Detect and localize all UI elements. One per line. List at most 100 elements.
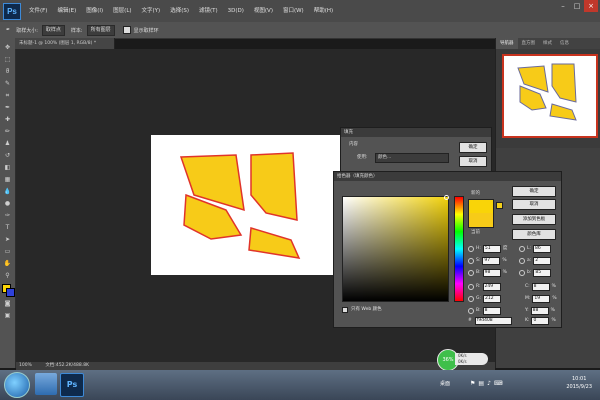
explorer-icon[interactable] <box>35 373 57 395</box>
volume-icon[interactable]: ♪ <box>487 380 491 389</box>
web-only-checkbox[interactable] <box>342 307 348 313</box>
brush-tool-icon[interactable]: ✏ <box>3 128 12 136</box>
black-input[interactable]: 0 <box>531 317 550 325</box>
menu-type[interactable]: 文字(Y) <box>137 0 166 22</box>
lasso-tool-icon[interactable]: ϑ <box>3 68 12 76</box>
brightness-input[interactable]: 98 <box>482 269 501 277</box>
fill-cancel-button[interactable]: 取消 <box>459 156 487 167</box>
red-input[interactable]: 249 <box>482 283 501 291</box>
menu-3d[interactable]: 3D(D) <box>223 0 249 22</box>
saturation-radio[interactable] <box>468 258 474 264</box>
lab-a-radio[interactable] <box>519 258 525 264</box>
picker-ok-button[interactable]: 确定 <box>512 186 556 197</box>
eyedropper-icon[interactable]: ✒ <box>3 104 12 112</box>
brightness-radio[interactable] <box>468 270 474 276</box>
pen-tool-icon[interactable]: ✑ <box>3 212 12 220</box>
quick-mask-icon[interactable]: ◙ <box>3 300 12 308</box>
picker-cancel-button[interactable]: 取消 <box>512 199 556 210</box>
black-unit: % <box>551 318 556 323</box>
green-radio[interactable] <box>468 296 474 302</box>
dodge-tool-icon[interactable]: ● <box>3 200 12 208</box>
tab-navigator[interactable]: 导航器 <box>496 38 518 49</box>
document-tab[interactable]: 未标题-1 @ 100% (图层 1, RGB/8) * <box>15 38 115 49</box>
move-tool-icon[interactable]: ✥ <box>3 44 12 52</box>
lab-a-input[interactable]: 2 <box>533 257 552 265</box>
yellow-input[interactable]: 88 <box>530 307 549 315</box>
type-tool-icon[interactable]: T <box>3 224 12 232</box>
saturation-brightness-field[interactable] <box>342 195 449 302</box>
show-ring-checkbox[interactable] <box>122 26 131 34</box>
fill-use-select[interactable]: 颜色... <box>375 153 449 163</box>
close-icon[interactable]: × <box>584 0 598 12</box>
quick-select-tool-icon[interactable]: ✎ <box>3 80 12 88</box>
add-to-swatches-button[interactable]: 添加到色板 <box>512 214 556 225</box>
flag-icon[interactable]: ⚑ <box>470 380 475 389</box>
lab-l-input[interactable]: 86 <box>533 245 552 253</box>
menu-help[interactable]: 帮助(H) <box>309 0 338 22</box>
color-libraries-button[interactable]: 颜色库 <box>512 229 556 240</box>
hue-slider[interactable] <box>454 196 464 302</box>
menu-file[interactable]: 文件(F) <box>24 0 52 22</box>
shape-tool-icon[interactable]: ▭ <box>3 248 12 256</box>
input-method-icon[interactable]: ⌨ <box>494 380 503 389</box>
web-only-row: 只有 Web 颜色 <box>342 306 382 314</box>
menu-edit[interactable]: 编辑(E) <box>52 0 81 22</box>
minimize-icon[interactable]: – <box>556 0 570 12</box>
tab-histogram[interactable]: 直方图 <box>518 38 540 49</box>
lab-b-radio[interactable] <box>519 270 525 276</box>
tab-info[interactable]: 信息 <box>556 38 573 49</box>
blur-tool-icon[interactable]: 💧 <box>3 188 12 196</box>
red-radio[interactable] <box>468 284 474 290</box>
menu-window[interactable]: 窗口(W) <box>278 0 309 22</box>
hex-field-row: # f9d408 <box>468 317 514 325</box>
sample-select[interactable]: 所有图层 <box>86 24 115 36</box>
crop-tool-icon[interactable]: ⌗ <box>3 92 12 100</box>
menu-view[interactable]: 视图(V) <box>249 0 278 22</box>
fill-ok-button[interactable]: 确定 <box>459 142 487 153</box>
lab-b-input[interactable]: 85 <box>533 269 552 277</box>
eraser-tool-icon[interactable]: ◧ <box>3 164 12 172</box>
zoom-tool-icon[interactable]: ⚲ <box>3 272 12 280</box>
healing-brush-icon[interactable]: ✚ <box>3 116 12 124</box>
path-select-icon[interactable]: ➤ <box>3 236 12 244</box>
background-color-swatch[interactable] <box>6 288 15 297</box>
marquee-tool-icon[interactable]: ⬚ <box>3 56 12 64</box>
history-brush-icon[interactable]: ↺ <box>3 152 12 160</box>
maximize-icon[interactable]: □ <box>570 0 584 12</box>
color-field-marker[interactable] <box>444 195 449 200</box>
blue-input[interactable]: 8 <box>482 307 501 315</box>
tab-styles[interactable]: 样式 <box>539 38 556 49</box>
gradient-tool-icon[interactable]: ▦ <box>3 176 12 184</box>
show-ring-label: 显示取样环 <box>133 27 159 34</box>
hue-unit: 度 <box>502 246 508 251</box>
screen-mode-icon[interactable]: ▣ <box>3 312 12 320</box>
start-button-icon[interactable] <box>4 372 30 398</box>
blue-radio[interactable] <box>468 308 474 314</box>
menu-layer[interactable]: 图层(L) <box>108 0 136 22</box>
saturation-input[interactable]: 97 <box>482 257 501 265</box>
menu-select[interactable]: 选择(S) <box>165 0 194 22</box>
hex-input[interactable]: f9d408 <box>474 317 512 325</box>
hue-radio[interactable] <box>468 246 474 252</box>
green-field-row: G: 212 <box>468 295 503 303</box>
cyan-input[interactable]: 8 <box>531 283 550 291</box>
navigator-thumbnail[interactable] <box>502 54 598 138</box>
menu-image[interactable]: 图像(I) <box>81 0 108 22</box>
zoom-level[interactable]: 100% <box>19 363 32 368</box>
document-canvas[interactable] <box>151 135 344 275</box>
hue-input[interactable]: 51 <box>482 245 501 253</box>
tray-desktop-label[interactable]: 桌面 <box>440 380 450 387</box>
eyedropper-tool-icon[interactable]: ✒ <box>6 27 10 33</box>
green-input[interactable]: 212 <box>483 295 502 303</box>
lab-l-radio[interactable] <box>519 246 525 252</box>
sample-size-select[interactable]: 取样点 <box>41 24 65 36</box>
photoshop-taskbar-icon[interactable]: Ps <box>60 373 84 397</box>
hand-tool-icon[interactable]: ✋ <box>3 260 12 268</box>
menu-filter[interactable]: 滤镜(T) <box>194 0 223 22</box>
out-of-gamut-warning-icon[interactable] <box>496 202 503 209</box>
magenta-input[interactable]: 19 <box>532 295 551 303</box>
stamp-tool-icon[interactable]: ♟ <box>3 140 12 148</box>
network-speed-widget[interactable]: 36% 0K/s 0K/s <box>437 349 489 371</box>
taskbar-clock[interactable]: 10:01 2015/9/23 <box>566 375 592 391</box>
network-icon[interactable]: ▤ <box>478 380 484 389</box>
